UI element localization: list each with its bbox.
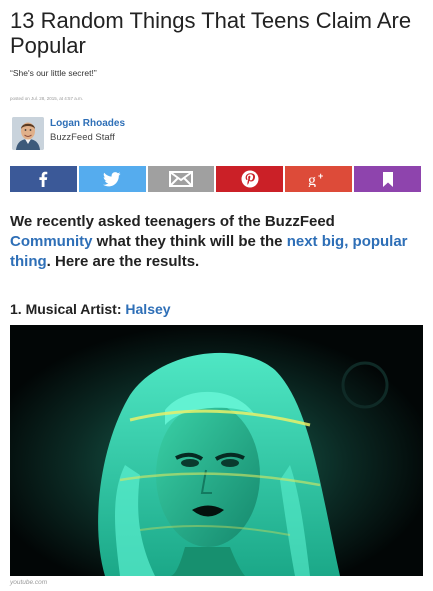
intro-text-3: . Here are the results.: [46, 253, 200, 270]
image-credit: youtube.com: [10, 579, 48, 586]
share-email-button[interactable]: [147, 166, 215, 192]
community-link[interactable]: Community: [10, 233, 93, 250]
item-heading: 1. Musical Artist: Halsey: [10, 301, 171, 317]
share-facebook-button[interactable]: [10, 166, 77, 192]
facebook-icon: [38, 171, 48, 187]
intro-text-2: what they think will be the: [92, 233, 287, 250]
share-twitter-button[interactable]: [78, 166, 146, 192]
post-timestamp: posted on Jul. 28, 2015, at 4:57 a.m.: [10, 96, 84, 101]
share-bar: g +: [10, 166, 421, 192]
twitter-icon: [103, 171, 121, 187]
svg-text:+: +: [318, 171, 323, 181]
halsey-link[interactable]: Halsey: [125, 301, 170, 317]
intro-text-1: We recently asked teenagers of the BuzzF…: [10, 213, 335, 230]
article-subtitle: “She's our little secret!”: [10, 68, 97, 78]
svg-text:g: g: [308, 172, 316, 187]
author-byline[interactable]: Logan Rhoades BuzzFeed Staff: [12, 117, 212, 153]
bookmark-icon: [382, 171, 394, 187]
author-role: BuzzFeed Staff: [50, 132, 115, 143]
share-pinterest-button[interactable]: [216, 166, 284, 192]
item-heading-label: 1. Musical Artist:: [10, 301, 126, 317]
share-google-plus-button[interactable]: g +: [285, 166, 353, 192]
share-bookmark-button[interactable]: [354, 166, 421, 192]
pinterest-icon: [241, 170, 259, 188]
intro-paragraph: We recently asked teenagers of the BuzzF…: [10, 212, 420, 272]
article-page: 13 Random Things That Teens Claim Are Po…: [0, 0, 433, 591]
article-title: 13 Random Things That Teens Claim Are Po…: [10, 8, 412, 58]
google-plus-icon: g +: [307, 171, 331, 187]
item-image: [10, 325, 423, 576]
author-name[interactable]: Logan Rhoades: [50, 118, 125, 129]
email-icon: [169, 171, 194, 187]
avatar[interactable]: [12, 117, 44, 150]
